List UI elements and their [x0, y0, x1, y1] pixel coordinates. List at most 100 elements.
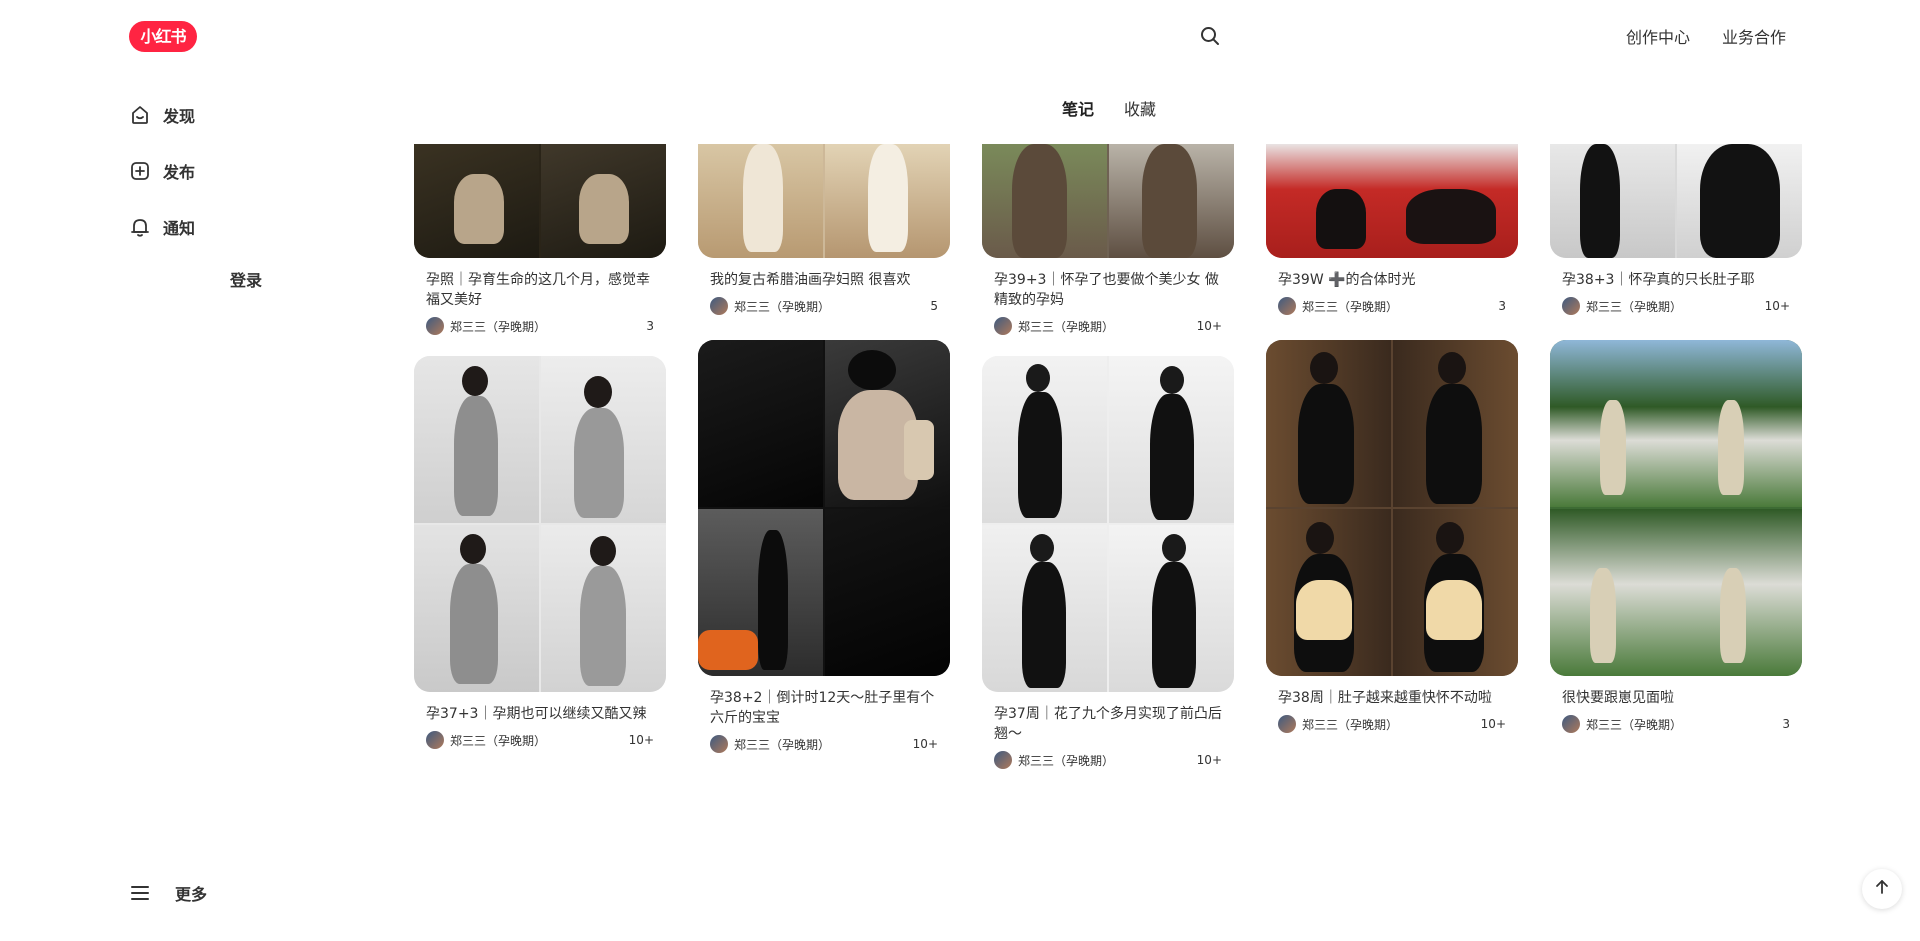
note-card[interactable]: 很快要跟崽见面啦 郑三三（孕晚期） 3 [1550, 340, 1802, 734]
author-name[interactable]: 郑三三（孕晚期） [734, 298, 930, 315]
note-cover-image[interactable] [1550, 144, 1802, 258]
author-avatar[interactable] [994, 751, 1012, 769]
like-count[interactable]: 10+ [629, 733, 654, 747]
author-avatar[interactable] [426, 731, 444, 749]
tab-collections[interactable]: 收藏 [1124, 96, 1156, 120]
note-title[interactable]: 孕39W ➕的合体时光 [1266, 258, 1518, 290]
note-meta: 郑三三（孕晚期） 10+ [1266, 708, 1518, 734]
author-name[interactable]: 郑三三（孕晚期） [450, 732, 629, 749]
like-count[interactable]: 3 [1498, 299, 1506, 313]
note-title[interactable]: 孕38周｜肚子越来越重快怀不动啦 [1266, 676, 1518, 708]
note-card[interactable]: 孕照｜孕育生命的这几个月，感觉幸福又美好 郑三三（孕晚期） 3 [414, 144, 666, 336]
note-card[interactable]: 孕38+3｜怀孕真的只长肚子耶 郑三三（孕晚期） 10+ [1550, 144, 1802, 316]
sidebar: 发现 发布 通知 [129, 95, 369, 263]
note-title[interactable]: 孕38+3｜怀孕真的只长肚子耶 [1550, 258, 1802, 290]
author-avatar[interactable] [710, 297, 728, 315]
note-cover-image[interactable] [1266, 144, 1518, 258]
note-cover-image[interactable] [982, 144, 1234, 258]
note-cover-image[interactable] [414, 144, 666, 258]
more-label: 更多 [175, 885, 208, 904]
search-icon[interactable] [1200, 26, 1220, 46]
top-nav: 创作中心 业务合作 [1626, 24, 1786, 48]
note-meta: 郑三三（孕晚期） 3 [1550, 708, 1802, 734]
feed-column: 我的复古希腊油画孕妇照 很喜欢 郑三三（孕晚期） 5 孕38+2｜倒计时12天～… [698, 144, 950, 754]
sidebar-item-notifications[interactable]: 通知 [129, 207, 369, 247]
note-card[interactable]: 孕37周｜花了九个多月实现了前凸后翘～ 郑三三（孕晚期） 10+ [982, 356, 1234, 770]
note-card[interactable]: 孕37+3｜孕期也可以继续又酷又辣 郑三三（孕晚期） 10+ [414, 356, 666, 750]
note-title[interactable]: 我的复古希腊油画孕妇照 很喜欢 [698, 258, 950, 290]
sidebar-item-label: 发现 [163, 107, 196, 126]
sidebar-item-label: 通知 [163, 219, 196, 238]
back-to-top-button[interactable] [1862, 869, 1902, 909]
like-count[interactable]: 10+ [1197, 753, 1222, 767]
note-title[interactable]: 孕37+3｜孕期也可以继续又酷又辣 [414, 692, 666, 724]
note-meta: 郑三三（孕晚期） 3 [414, 310, 666, 336]
profile-tabs: 笔记 收藏 [1062, 96, 1156, 120]
note-card[interactable]: 孕39+3｜怀孕了也要做个美少女 做精致的孕妈 郑三三（孕晚期） 10+ [982, 144, 1234, 336]
note-cover-image[interactable] [1266, 340, 1518, 676]
home-icon [129, 104, 151, 126]
arrow-up-icon [1874, 879, 1890, 899]
feed-column: 孕39+3｜怀孕了也要做个美少女 做精致的孕妈 郑三三（孕晚期） 10+ 孕37… [982, 144, 1234, 770]
author-name[interactable]: 郑三三（孕晚期） [1302, 716, 1481, 733]
note-meta: 郑三三（孕晚期） 10+ [1550, 290, 1802, 316]
business-cooperation-link[interactable]: 业务合作 [1722, 24, 1786, 48]
author-name[interactable]: 郑三三（孕晚期） [1586, 716, 1782, 733]
note-cover-image[interactable] [982, 356, 1234, 692]
like-count[interactable]: 10+ [1197, 319, 1222, 333]
note-cover-image[interactable] [698, 144, 950, 258]
sidebar-item-publish[interactable]: 发布 [129, 151, 369, 191]
feed-column: 孕39W ➕的合体时光 郑三三（孕晚期） 3 孕38周｜肚子越来越重快怀不动啦 … [1266, 144, 1518, 734]
author-name[interactable]: 郑三三（孕晚期） [1302, 298, 1498, 315]
note-card[interactable]: 我的复古希腊油画孕妇照 很喜欢 郑三三（孕晚期） 5 [698, 144, 950, 316]
feed-column: 孕38+3｜怀孕真的只长肚子耶 郑三三（孕晚期） 10+ 很快要跟崽见面啦 郑三… [1550, 144, 1802, 734]
note-card[interactable]: 孕38周｜肚子越来越重快怀不动啦 郑三三（孕晚期） 10+ [1266, 340, 1518, 734]
note-meta: 郑三三（孕晚期） 10+ [414, 724, 666, 750]
author-name[interactable]: 郑三三（孕晚期） [1018, 752, 1197, 769]
like-count[interactable]: 3 [1782, 717, 1790, 731]
sidebar-item-label: 发布 [163, 163, 196, 182]
note-title[interactable]: 很快要跟崽见面啦 [1550, 676, 1802, 708]
login-button[interactable]: 登录 [180, 266, 312, 296]
note-meta: 郑三三（孕晚期） 10+ [982, 310, 1234, 336]
author-avatar[interactable] [1562, 297, 1580, 315]
note-card[interactable]: 孕38+2｜倒计时12天～肚子里有个六斤的宝宝 郑三三（孕晚期） 10+ [698, 340, 950, 754]
like-count[interactable]: 10+ [1481, 717, 1506, 731]
note-title[interactable]: 孕39+3｜怀孕了也要做个美少女 做精致的孕妈 [982, 258, 1234, 310]
note-meta: 郑三三（孕晚期） 3 [1266, 290, 1518, 316]
feed-column: 孕照｜孕育生命的这几个月，感觉幸福又美好 郑三三（孕晚期） 3 孕37+3｜孕期… [414, 144, 666, 750]
like-count[interactable]: 10+ [1765, 299, 1790, 313]
menu-icon [129, 882, 151, 904]
sidebar-item-discover[interactable]: 发现 [129, 95, 369, 135]
like-count[interactable]: 5 [930, 299, 938, 313]
note-meta: 郑三三（孕晚期） 10+ [982, 744, 1234, 770]
note-cover-image[interactable] [414, 356, 666, 692]
tab-notes[interactable]: 笔记 [1062, 96, 1094, 120]
note-title[interactable]: 孕37周｜花了九个多月实现了前凸后翘～ [982, 692, 1234, 744]
notes-feed: 孕照｜孕育生命的这几个月，感觉幸福又美好 郑三三（孕晚期） 3 孕37+3｜孕期… [414, 144, 1804, 941]
author-avatar[interactable] [994, 317, 1012, 335]
note-cover-image[interactable] [698, 340, 950, 676]
author-name[interactable]: 郑三三（孕晚期） [1586, 298, 1765, 315]
author-avatar[interactable] [1278, 715, 1296, 733]
author-avatar[interactable] [1562, 715, 1580, 733]
note-card[interactable]: 孕39W ➕的合体时光 郑三三（孕晚期） 3 [1266, 144, 1518, 316]
like-count[interactable]: 10+ [913, 737, 938, 751]
author-name[interactable]: 郑三三（孕晚期） [734, 736, 913, 753]
like-count[interactable]: 3 [646, 319, 654, 333]
author-name[interactable]: 郑三三（孕晚期） [1018, 318, 1197, 335]
xiaohongshu-logo[interactable]: 小红书 [129, 21, 197, 52]
note-cover-image[interactable] [1550, 340, 1802, 676]
note-meta: 郑三三（孕晚期） 10+ [698, 728, 950, 754]
more-menu-button[interactable]: 更多 [129, 881, 207, 905]
author-avatar[interactable] [1278, 297, 1296, 315]
note-title[interactable]: 孕38+2｜倒计时12天～肚子里有个六斤的宝宝 [698, 676, 950, 728]
author-name[interactable]: 郑三三（孕晚期） [450, 318, 646, 335]
author-avatar[interactable] [710, 735, 728, 753]
bell-icon [129, 216, 151, 238]
note-title[interactable]: 孕照｜孕育生命的这几个月，感觉幸福又美好 [414, 258, 666, 310]
plus-square-icon [129, 160, 151, 182]
note-meta: 郑三三（孕晚期） 5 [698, 290, 950, 316]
author-avatar[interactable] [426, 317, 444, 335]
creator-center-link[interactable]: 创作中心 [1626, 24, 1690, 48]
